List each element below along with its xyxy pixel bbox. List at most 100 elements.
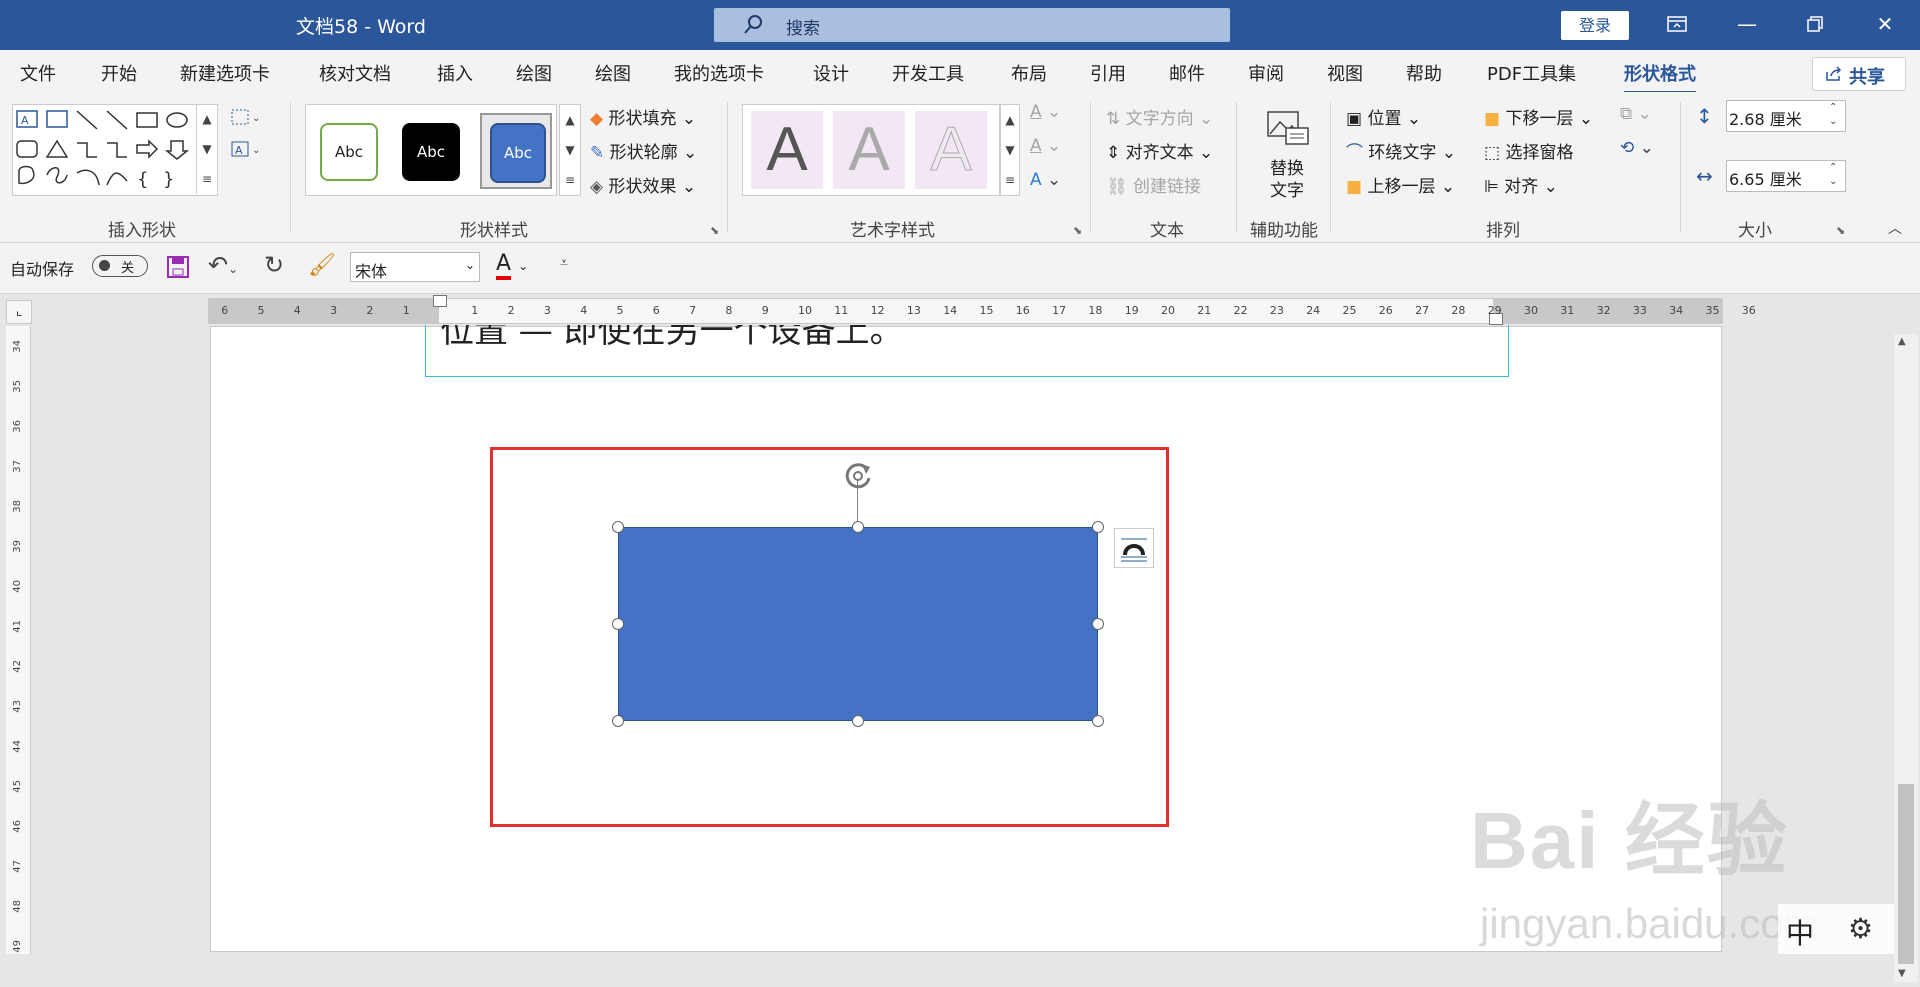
indent-marker-icon[interactable] xyxy=(433,295,447,307)
tab-design[interactable]: 设计 xyxy=(813,60,849,86)
shape-outline-button[interactable]: ✎ 形状轮廓 ⌄ xyxy=(590,138,697,163)
resize-handle-sw[interactable] xyxy=(612,715,624,727)
text-effects-icon[interactable]: A ⌄ xyxy=(1030,170,1061,190)
ruler-tick-label: 6 xyxy=(652,304,660,317)
text-box[interactable]: 位置 — 即使在另一个设备上。 xyxy=(425,325,1509,377)
tab-selector-icon[interactable]: ⌞ xyxy=(6,300,32,324)
font-select[interactable]: 宋体 ⌄ xyxy=(350,252,480,282)
wordart-gallery-scroll[interactable]: ▲ ▼ ≡ xyxy=(1000,104,1020,196)
customize-qat-icon[interactable]: ⩡ xyxy=(560,255,568,271)
minimize-icon[interactable]: — xyxy=(1724,8,1770,40)
tab-developer[interactable]: 开发工具 xyxy=(892,60,964,86)
dialog-launcher-icon[interactable]: ⬊ xyxy=(1073,224,1082,237)
rotate-handle-icon[interactable] xyxy=(840,458,876,498)
wrap-text-button[interactable]: ⌒ 环绕文字 ⌄ xyxy=(1346,138,1456,163)
horizontal-ruler[interactable]: 6 5 4 3 2 1 1 2 3 4 5 6 7 8 9 10 11 12 13 14 15 16 17 18 19 20 21 2… xyxy=(208,295,1756,325)
ruler-tick-label: 20 xyxy=(1161,304,1175,317)
style-swatch-selected[interactable]: Abc xyxy=(480,113,552,189)
selection-pane-button[interactable]: ⬚ 选择窗格 xyxy=(1484,138,1573,163)
tab-my-tab[interactable]: 我的选项卡 xyxy=(674,60,764,86)
ruler-tick-label: 39 xyxy=(12,540,23,553)
alt-text-button[interactable] xyxy=(1266,108,1310,152)
resize-handle-w[interactable] xyxy=(612,618,624,630)
selected-rectangle-shape[interactable] xyxy=(618,527,1098,721)
scroll-up-icon[interactable]: ▲ xyxy=(1898,336,1906,347)
ruler-tick-label: 21 xyxy=(1197,304,1212,317)
redo-icon[interactable]: ↻ xyxy=(264,251,284,279)
share-button[interactable]: 共享 xyxy=(1812,57,1906,91)
shape-fill-button[interactable]: ◆ 形状填充 ⌄ xyxy=(590,104,696,129)
style-gallery-scroll[interactable]: ▲ ▼ ≡ xyxy=(559,104,581,196)
shape-gallery-scroll[interactable]: ▲ ▼ ≡ xyxy=(196,104,217,194)
shape-gallery[interactable]: A {} xyxy=(12,104,218,196)
vertical-ruler[interactable]: 34 35 36 37 38 39 40 41 42 43 44 45 46 47 48 49 xyxy=(6,326,31,954)
resize-handle-ne[interactable] xyxy=(1092,521,1104,533)
tab-shape-format[interactable]: 形状格式 xyxy=(1624,60,1696,94)
scrollbar-thumb[interactable] xyxy=(1898,784,1914,964)
tab-review-doc[interactable]: 核对文档 xyxy=(319,60,391,86)
scroll-down-icon[interactable]: ▼ xyxy=(1898,968,1906,979)
tab-draw[interactable]: 绘图 xyxy=(516,60,552,86)
tab-layout[interactable]: 布局 xyxy=(1011,60,1047,86)
width-input[interactable]: 6.65 厘米 ⌃ ⌄ xyxy=(1726,160,1846,192)
tab-new[interactable]: 新建选项卡 xyxy=(180,60,270,86)
text-direction-button[interactable]: ⇅ 文字方向 ⌄ xyxy=(1106,104,1213,129)
position-button[interactable]: ▣ 位置 ⌄ xyxy=(1346,104,1421,129)
tab-file[interactable]: 文件 xyxy=(20,60,56,86)
dialog-launcher-icon[interactable]: ⬊ xyxy=(1836,224,1845,237)
tab-draw-2[interactable]: 绘图 xyxy=(595,60,631,86)
collapse-ribbon-icon[interactable]: ︿ xyxy=(1888,218,1902,238)
autosave-toggle[interactable]: 关 xyxy=(92,255,148,277)
undo-icon[interactable]: ↶⌄ xyxy=(208,251,238,279)
style-swatch-black[interactable]: Abc xyxy=(402,123,460,181)
ribbon: A {} ▲ ▼ ≡ ⌄ A ⌄ 插入形状 Abc Abc Abc ▲ ▼ ≡ ◆ 形状填… xyxy=(0,92,1920,243)
settings-gear-icon[interactable]: ⚙ xyxy=(1848,912,1873,945)
ruler-tick-label: 27 xyxy=(1415,304,1430,317)
tab-home[interactable]: 开始 xyxy=(101,60,137,86)
ime-mode[interactable]: 中 xyxy=(1786,912,1814,952)
wordart-gallery[interactable]: A A A xyxy=(742,104,1000,196)
vertical-scrollbar[interactable]: ▲ ▼ xyxy=(1894,334,1918,982)
resize-handle-e[interactable] xyxy=(1092,618,1104,630)
search-input[interactable]: 搜索 xyxy=(714,8,1230,42)
close-icon[interactable]: ✕ xyxy=(1862,8,1908,40)
ruler-tick-label: 48 xyxy=(12,900,23,913)
send-backward-button[interactable]: ■ 下移一层 ⌄ xyxy=(1484,104,1593,129)
shape-style-gallery[interactable]: Abc Abc Abc xyxy=(305,104,557,196)
text-box-icon[interactable]: A ⌄ xyxy=(230,140,260,158)
tab-insert[interactable]: 插入 xyxy=(437,60,473,86)
tab-help[interactable]: 帮助 xyxy=(1406,60,1442,86)
login-button[interactable]: 登录 xyxy=(1561,11,1629,40)
align-text-button[interactable]: ⇕ 对齐文本 ⌄ xyxy=(1106,138,1213,163)
tab-references[interactable]: 引用 xyxy=(1090,60,1126,86)
edit-shape-icon[interactable]: ⌄ xyxy=(230,108,260,126)
create-link-button[interactable]: ⛓ 创建链接 xyxy=(1106,172,1201,197)
rotate-icon[interactable]: ⟲ ⌄ xyxy=(1620,138,1654,158)
text-fill-icon[interactable]: A ⌄ xyxy=(1030,102,1061,122)
font-color-icon[interactable]: A ⌄ xyxy=(496,251,528,280)
dialog-launcher-icon[interactable]: ⬊ xyxy=(710,224,719,237)
tab-review[interactable]: 审阅 xyxy=(1248,60,1284,86)
shape-effects-button[interactable]: ◈ 形状效果 ⌄ xyxy=(590,172,696,197)
resize-handle-n[interactable] xyxy=(852,521,864,533)
bring-forward-button[interactable]: ■ 上移一层 ⌄ xyxy=(1346,172,1455,197)
text-outline-icon[interactable]: A ⌄ xyxy=(1030,136,1061,156)
height-input[interactable]: 2.68 厘米 ⌃ ⌄ xyxy=(1726,100,1846,132)
tab-mailings[interactable]: 邮件 xyxy=(1169,60,1205,86)
ribbon-display-icon[interactable] xyxy=(1654,8,1700,40)
ruler-tick-label: 37 xyxy=(12,460,23,473)
tab-view[interactable]: 视图 xyxy=(1327,60,1363,86)
format-painter-icon[interactable]: 🖌 xyxy=(308,253,336,278)
group-icon[interactable]: ⧉ ⌄ xyxy=(1620,104,1652,124)
resize-handle-s[interactable] xyxy=(852,715,864,727)
save-icon[interactable] xyxy=(166,255,190,283)
align-button[interactable]: ⊫ 对齐 ⌄ xyxy=(1484,172,1558,197)
baidu-watermark: Bai 经验 xyxy=(1470,796,1789,885)
resize-handle-nw[interactable] xyxy=(612,521,624,533)
group-label-arrange: 排列 xyxy=(1486,221,1520,241)
restore-icon[interactable] xyxy=(1792,8,1838,40)
layout-options-icon[interactable] xyxy=(1114,528,1154,568)
tab-pdf[interactable]: PDF工具集 xyxy=(1487,60,1576,86)
resize-handle-se[interactable] xyxy=(1092,715,1104,727)
style-swatch-outline[interactable]: Abc xyxy=(320,123,378,181)
